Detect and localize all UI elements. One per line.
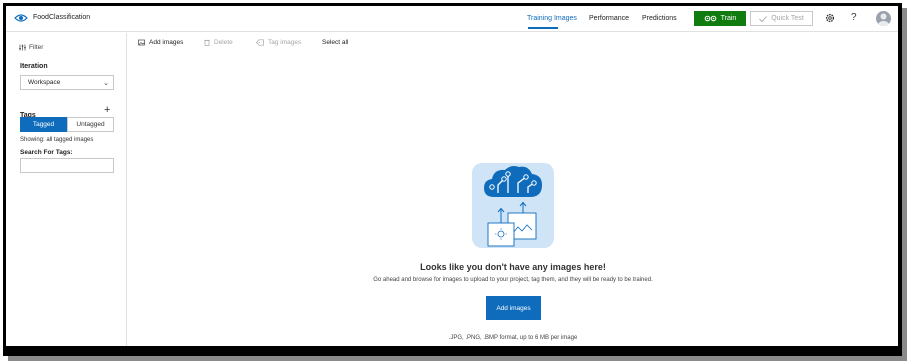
filter-button[interactable]: Filter	[19, 44, 43, 51]
select-all-toolbar-button[interactable]: Select all	[322, 39, 348, 46]
tag-icon	[256, 39, 264, 46]
filter-label: Filter	[29, 44, 44, 51]
help-icon[interactable]: ?	[851, 12, 857, 23]
add-images-primary-button[interactable]: Add images	[486, 296, 541, 320]
image-add-icon	[138, 39, 145, 46]
delete-toolbar-button[interactable]: Delete	[204, 39, 233, 46]
avatar[interactable]	[876, 11, 891, 26]
gears-icon	[704, 15, 716, 22]
empty-state-description: Go ahead and browse for images to upload…	[373, 277, 653, 283]
app-window: FoodClassification Training Images Perfo…	[6, 6, 898, 346]
window-shadow-right	[902, 8, 907, 359]
window-shadow-bottom	[8, 356, 907, 361]
tab-predictions[interactable]: Predictions	[642, 15, 677, 22]
search-tags-input[interactable]	[20, 158, 114, 173]
delete-label: Delete	[214, 39, 233, 46]
active-tab-indicator	[528, 27, 558, 29]
file-format-note: .JPG, .PNG, .BMP format, up to 6 MB per …	[448, 335, 578, 341]
iteration-select[interactable]: Workspace ⌄	[20, 75, 114, 90]
tab-performance[interactable]: Performance	[589, 15, 629, 22]
add-images-label: Add images	[149, 39, 184, 46]
top-bar: FoodClassification Training Images Perfo…	[6, 6, 898, 32]
project-title[interactable]: FoodClassification	[33, 14, 90, 21]
filter-icon	[19, 44, 26, 51]
train-button[interactable]: Train	[694, 11, 746, 26]
quick-test-label: Quick Test	[771, 15, 804, 22]
train-label: Train	[720, 15, 737, 22]
empty-state-title: Looks like you don't have any images her…	[420, 262, 606, 272]
empty-state-illustration	[472, 163, 554, 248]
tag-images-toolbar-button[interactable]: Tag images	[256, 39, 301, 46]
tab-training-images[interactable]: Training Images	[527, 15, 577, 22]
gear-icon[interactable]	[825, 13, 835, 23]
checkmark-icon	[759, 15, 768, 22]
tag-images-label: Tag images	[268, 39, 302, 46]
eye-logo-icon[interactable]	[14, 13, 28, 23]
select-all-label: Select all	[322, 39, 349, 46]
chevron-down-icon: ⌄	[103, 80, 109, 87]
iteration-value: Workspace	[28, 79, 61, 86]
add-images-toolbar-button[interactable]: Add images	[138, 39, 183, 46]
add-tag-icon[interactable]: +	[104, 104, 110, 116]
untagged-toggle[interactable]: Untagged	[67, 117, 114, 132]
showing-text: Showing: all tagged images	[20, 137, 94, 143]
iteration-label: Iteration	[20, 63, 48, 70]
quick-test-button[interactable]: Quick Test	[750, 11, 813, 26]
search-tags-label: Search For Tags:	[20, 149, 73, 156]
tagged-toggle[interactable]: Tagged	[20, 117, 67, 132]
trash-icon	[204, 39, 210, 46]
sidebar: Filter Iteration Workspace ⌄ Tags + Tagg…	[6, 33, 127, 346]
